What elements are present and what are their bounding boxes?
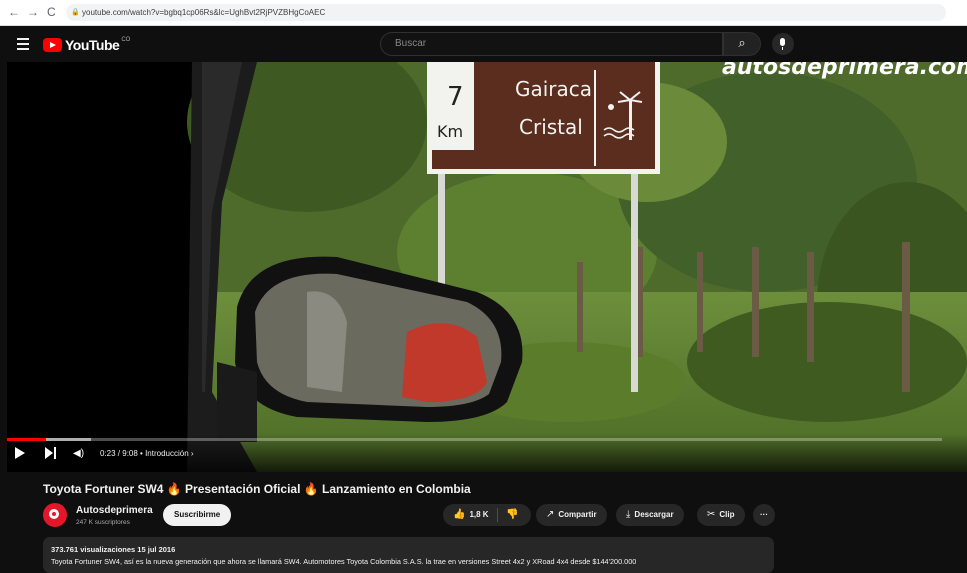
more-actions-button[interactable]: ··· <box>753 504 775 526</box>
channel-name[interactable]: Autosdeprimera <box>76 505 153 516</box>
like-divider <box>497 508 498 522</box>
logo-country-code: CO <box>121 37 131 43</box>
scissors-icon: ✂ <box>707 509 716 520</box>
url-text: youtube.com/watch?v=bgbq1cp06Rs&lc=UghBv… <box>82 8 326 17</box>
video-title: Toyota Fortuner SW4 🔥 Presentación Ofici… <box>43 482 471 496</box>
clip-button[interactable]: ✂ Clip <box>697 504 745 526</box>
download-icon: ⤓ <box>626 509 631 520</box>
back-arrow-icon[interactable]: ← <box>8 5 20 19</box>
sign-distance-number: 7 <box>447 82 464 112</box>
thumbs-up-icon: 👍 <box>453 509 466 520</box>
address-bar[interactable]: 🔒 youtube.com/watch?v=bgbq1cp06Rs&lc=Ugh… <box>66 4 946 21</box>
menu-icon[interactable] <box>17 38 29 53</box>
time-display: 0:23 / 9:08 • Introducción › <box>100 449 194 458</box>
video-frame: 7 Km Gairaca Cristal autosdeprimera.com <box>7 62 967 472</box>
lock-icon: 🔒 <box>71 9 80 16</box>
time-text: 0:23 / 9:08 <box>100 449 138 458</box>
forward-arrow-icon[interactable]: → <box>27 5 39 19</box>
reload-icon[interactable]: C <box>47 5 56 19</box>
youtube-logo[interactable]: YouTube CO <box>43 37 130 53</box>
clip-label: Clip <box>719 510 735 519</box>
view-stats: 373.761 visualizaciones 15 jul 2016 <box>51 545 176 554</box>
search-icon: ⌕ <box>738 35 746 50</box>
channel-avatar[interactable] <box>43 503 67 527</box>
description-text: Toyota Fortuner SW4, así es la nueva gen… <box>51 557 637 566</box>
share-button[interactable]: ↗ Compartir <box>536 504 607 526</box>
video-player[interactable]: 7 Km Gairaca Cristal autosdeprimera.com … <box>7 62 967 472</box>
sign-distance-unit: Km <box>437 122 463 141</box>
browser-toolbar: ← → C 🔒 youtube.com/watch?v=bgbq1cp06Rs&… <box>0 0 967 26</box>
mic-icon[interactable] <box>772 33 794 55</box>
next-icon[interactable] <box>45 447 59 459</box>
search-button[interactable]: ⌕ <box>723 32 761 56</box>
like-count: 1,8 K <box>469 510 489 519</box>
youtube-header: YouTube CO Buscar ⌕ <box>0 26 967 62</box>
sign-line-2: Cristal <box>519 115 583 139</box>
subscriber-count: 247 K suscriptores <box>76 519 130 526</box>
sign-line-1: Gairaca <box>515 77 592 101</box>
like-button[interactable]: 👍 1,8 K 👎 <box>443 504 531 526</box>
search-input[interactable]: Buscar <box>380 32 723 56</box>
download-button[interactable]: ⤓ Descargar <box>616 504 684 526</box>
description-box[interactable]: 373.761 visualizaciones 15 jul 2016 Toyo… <box>43 537 774 573</box>
chapter-label[interactable]: • Introducción › <box>140 449 194 458</box>
share-label: Compartir <box>558 510 597 519</box>
volume-icon[interactable]: ◀) <box>73 448 84 459</box>
download-label: Descargar <box>634 510 674 519</box>
youtube-play-icon <box>43 38 62 52</box>
progress-bar[interactable] <box>7 438 942 441</box>
thumbs-down-icon[interactable]: 👎 <box>506 504 518 526</box>
play-icon[interactable] <box>15 447 25 459</box>
share-icon: ↗ <box>546 509 555 520</box>
channel-watermark: autosdeprimera.com <box>722 62 967 80</box>
progress-fill <box>7 438 47 441</box>
logo-text: YouTube <box>65 37 120 53</box>
subscribe-button[interactable]: Suscribirme <box>163 504 232 526</box>
